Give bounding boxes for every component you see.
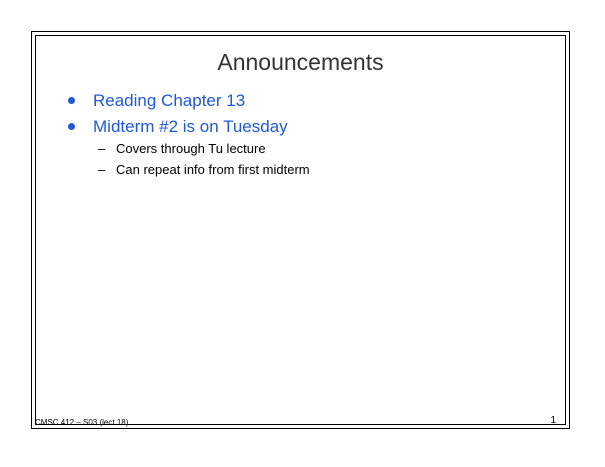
bullet-dot-icon — [68, 96, 75, 104]
sub-bullet-text: Covers through Tu lecture — [116, 141, 266, 156]
course-footer: CMSC 412 – S03 (lect 18) — [35, 418, 129, 427]
bullet-dot-icon — [68, 122, 75, 130]
page-number: 1 — [550, 415, 556, 426]
bullet-item-midterm: Midterm #2 is on Tuesday — [68, 113, 288, 139]
bullet-text: Reading Chapter 13 — [93, 90, 246, 110]
dash-bullet-icon: – — [98, 141, 106, 156]
dash-bullet-icon: – — [98, 162, 106, 177]
sub-bullet-text: Can repeat info from first midterm — [116, 162, 310, 177]
slide-frame: Announcements Reading Chapter 13 Midterm… — [31, 31, 570, 429]
slide-title: Announcements — [217, 49, 384, 75]
sub-bullet-list: – Covers through Tu lecture – Can repeat… — [98, 138, 310, 180]
bullet-list: Reading Chapter 13 Midterm #2 is on Tues… — [68, 87, 288, 139]
bullet-item-reading: Reading Chapter 13 — [68, 87, 288, 113]
sub-bullet-item-covers: – Covers through Tu lecture — [98, 138, 310, 159]
sub-bullet-item-repeat: – Can repeat info from first midterm — [98, 159, 310, 180]
bullet-text: Midterm #2 is on Tuesday — [93, 116, 288, 136]
